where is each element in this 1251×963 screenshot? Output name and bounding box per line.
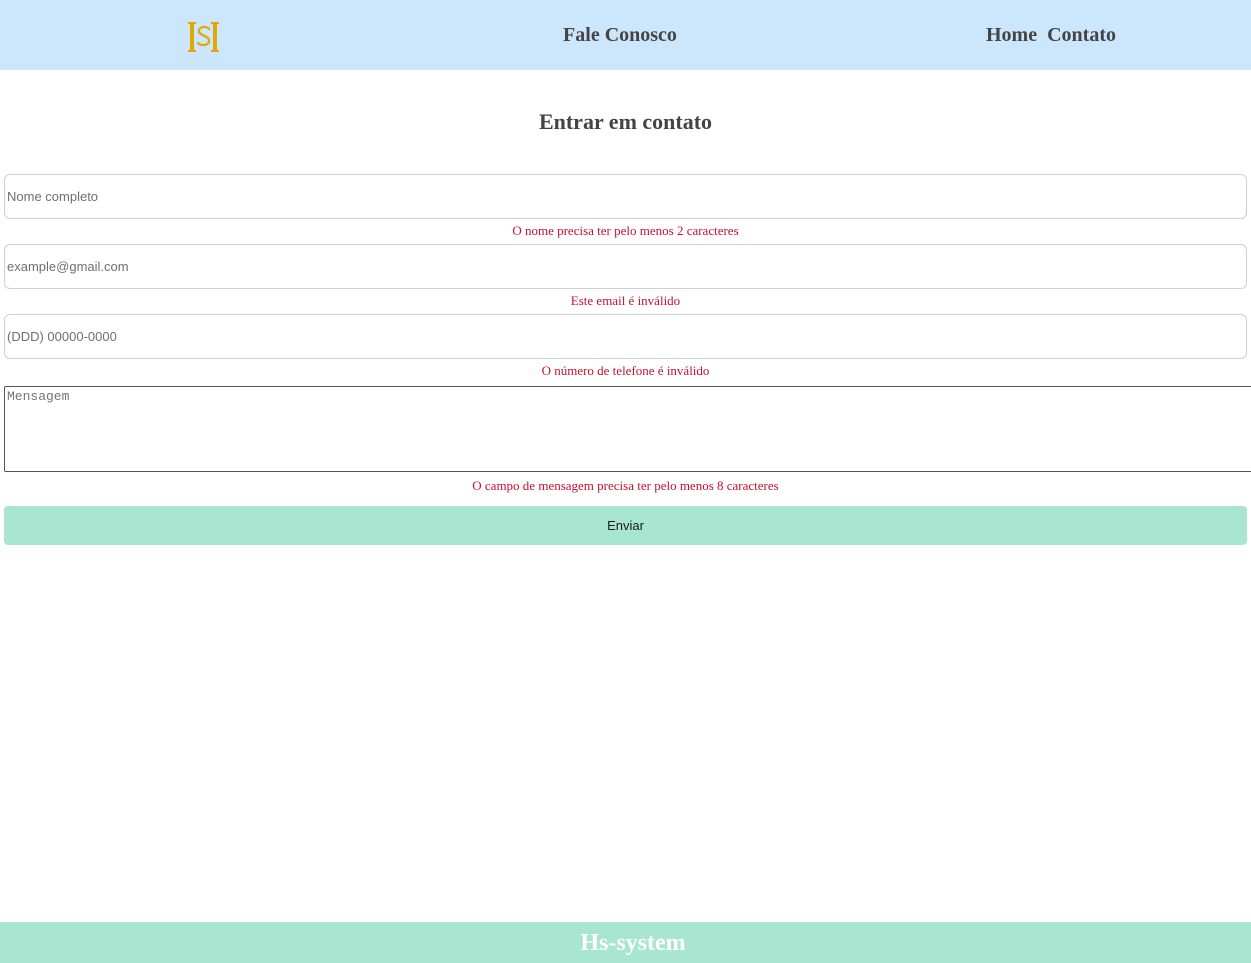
hs-logo-icon xyxy=(188,22,219,52)
nav-link-contato[interactable]: Contato xyxy=(1047,22,1116,48)
name-error: O nome precisa ter pelo menos 2 caracter… xyxy=(512,223,739,238)
footer-brand: Hs-system xyxy=(580,930,686,956)
submit-button[interactable]: Enviar xyxy=(4,506,1247,545)
name-input[interactable] xyxy=(4,174,1247,219)
email-input[interactable] xyxy=(4,244,1247,289)
message-textarea[interactable] xyxy=(4,386,1251,472)
email-error: Este email é inválido xyxy=(570,293,681,308)
message-error: O campo de mensagem precisa ter pelo men… xyxy=(472,478,779,493)
top-navbar: Fale Conosco Home Contato xyxy=(0,0,1251,70)
form-heading: Entrar em contato xyxy=(538,109,713,134)
hs-logo[interactable] xyxy=(188,20,220,54)
nav-link-home[interactable]: Home xyxy=(986,22,1037,48)
phone-error: O número de telefone é inválido xyxy=(541,363,710,378)
main-nav: Home Contato xyxy=(986,22,1116,48)
footer: Hs-system xyxy=(0,922,1251,963)
phone-input[interactable] xyxy=(4,314,1247,359)
page-title: Fale Conosco xyxy=(563,24,677,46)
